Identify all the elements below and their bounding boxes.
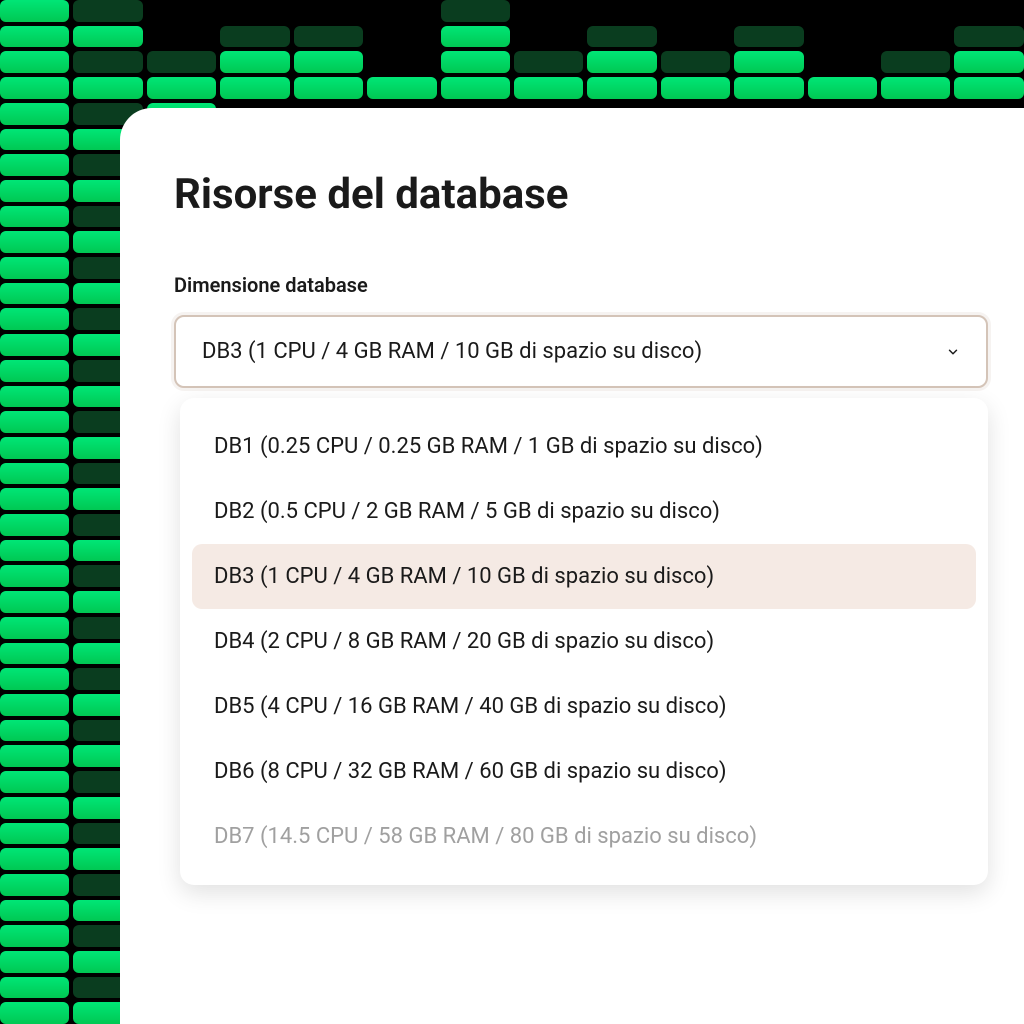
dropdown-option-6[interactable]: DB7 (14.5 CPU / 58 GB RAM / 80 GB di spa… (192, 804, 976, 869)
dropdown-option-3[interactable]: DB4 (2 CPU / 8 GB RAM / 20 GB di spazio … (192, 609, 976, 674)
dropdown-option-2[interactable]: DB3 (1 CPU / 4 GB RAM / 10 GB di spazio … (192, 544, 976, 609)
dropdown-option-1[interactable]: DB2 (0.5 CPU / 2 GB RAM / 5 GB di spazio… (192, 479, 976, 544)
database-size-select[interactable]: DB3 (1 CPU / 4 GB RAM / 10 GB di spazio … (174, 315, 988, 388)
dropdown-option-5[interactable]: DB6 (8 CPU / 32 GB RAM / 60 GB di spazio… (192, 739, 976, 804)
select-value: DB3 (1 CPU / 4 GB RAM / 10 GB di spazio … (202, 339, 702, 364)
dropdown-option-0[interactable]: DB1 (0.25 CPU / 0.25 GB RAM / 1 GB di sp… (192, 414, 976, 479)
database-resources-panel: Risorse del database Dimensione database… (120, 108, 1024, 1024)
dropdown-option-4[interactable]: DB5 (4 CPU / 16 GB RAM / 40 GB di spazio… (192, 674, 976, 739)
field-label-database-size: Dimensione database (174, 273, 1024, 297)
panel-title: Risorse del database (174, 170, 1024, 219)
chevron-down-icon (946, 345, 960, 359)
database-size-dropdown: DB1 (0.25 CPU / 0.25 GB RAM / 1 GB di sp… (180, 398, 988, 885)
